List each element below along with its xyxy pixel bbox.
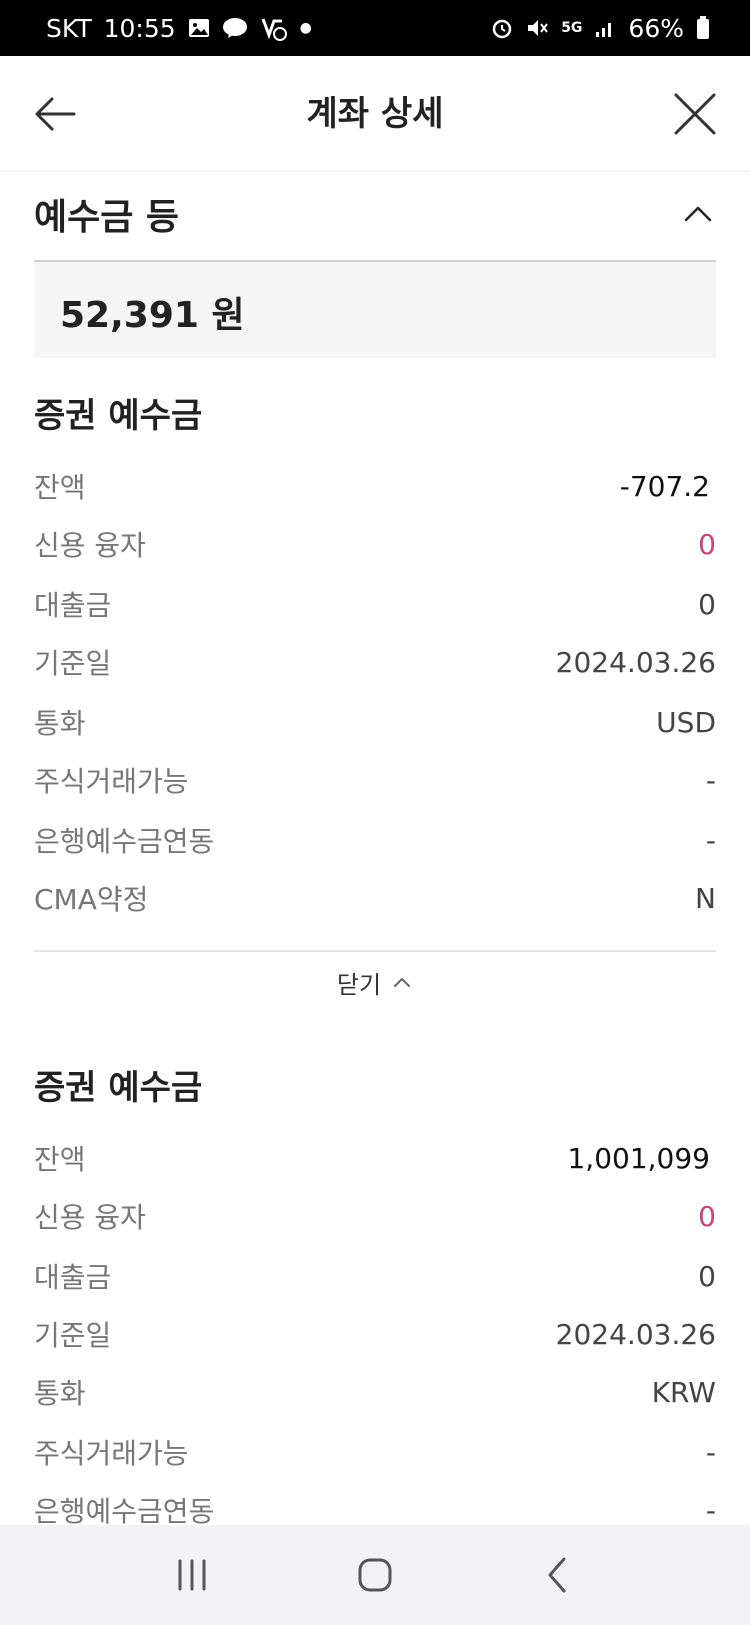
row-label: 은행예수금연동 xyxy=(34,1495,215,1528)
page-title: 계좌 상세 xyxy=(306,94,444,134)
detail-row-loan: 대출금 0 xyxy=(34,582,716,626)
detail-row-stock-trading: 주식거래가능 - xyxy=(34,1430,716,1474)
section-header-deposit[interactable]: 예수금 등 xyxy=(34,180,716,262)
detail-row-balance: 잔액 -707.2 xyxy=(34,464,716,508)
detail-row-currency: 통화 USD xyxy=(34,700,716,744)
row-value: USD xyxy=(656,705,716,739)
detail-row-cma: CMA약정 N xyxy=(34,876,716,920)
row-value: - xyxy=(705,1435,716,1469)
row-value: 2024.03.26 xyxy=(555,1317,716,1351)
close-icon xyxy=(674,93,716,135)
row-value: 0 xyxy=(698,1199,716,1233)
row-value: N xyxy=(695,881,716,915)
detail-row-credit-loan: 신용 융자 0 xyxy=(34,522,716,566)
chevron-up-icon[interactable] xyxy=(680,196,716,232)
total-amount-box: 52,391 원 xyxy=(34,262,716,358)
row-label: 대출금 xyxy=(34,589,112,622)
row-value: -707.2 xyxy=(619,469,710,503)
carrier-label: SKT xyxy=(46,13,92,43)
detail-row-stock-trading: 주식거래가능 - xyxy=(34,758,716,802)
row-value: KRW xyxy=(651,1375,716,1409)
divider xyxy=(34,950,716,952)
row-label: 통화 xyxy=(34,707,86,740)
app-header: 계좌 상세 xyxy=(0,56,750,172)
detail-row-base-date: 기준일 2024.03.26 xyxy=(34,640,716,684)
home-button[interactable] xyxy=(345,1545,405,1605)
row-value: - xyxy=(705,763,716,797)
system-back-button[interactable] xyxy=(528,1545,588,1605)
row-value: - xyxy=(705,823,716,857)
detail-row-credit-loan: 신용 융자 0 xyxy=(34,1194,716,1238)
detail-row-balance: 잔액 1,001,099 xyxy=(34,1136,716,1180)
chevron-up-small-icon xyxy=(394,978,411,987)
detail-row-bank-link: 은행예수금연동 - xyxy=(34,818,716,862)
row-label: 은행예수금연동 xyxy=(34,825,215,858)
row-label: 기준일 xyxy=(34,647,112,680)
detail-row-currency: 통화 KRW xyxy=(34,1370,716,1414)
recent-apps-button[interactable] xyxy=(162,1545,222,1605)
group-title-2: 증권 예수금 xyxy=(34,1068,203,1108)
row-label: 신용 융자 xyxy=(34,529,146,562)
battery-icon xyxy=(696,16,710,40)
section-title: 예수금 등 xyxy=(34,197,180,238)
signal-icon xyxy=(594,18,616,38)
row-value: 0 xyxy=(698,1259,716,1293)
group-title-1: 증권 예수금 xyxy=(34,396,203,436)
row-value: 0 xyxy=(698,587,716,621)
detail-row-loan: 대출금 0 xyxy=(34,1254,716,1298)
row-label: 주식거래가능 xyxy=(34,1437,189,1470)
total-amount: 52,391 원 xyxy=(60,295,245,336)
system-nav-bar xyxy=(0,1525,750,1625)
row-label: 기준일 xyxy=(34,1319,112,1352)
collapse-label: 닫기 xyxy=(336,970,382,999)
row-label: 잔액 xyxy=(34,1143,86,1176)
close-button[interactable] xyxy=(670,89,720,139)
home-icon xyxy=(358,1558,392,1592)
detail-row-base-date: 기준일 2024.03.26 xyxy=(34,1312,716,1356)
mute-icon xyxy=(525,17,549,39)
row-value: 1,001,099 xyxy=(567,1141,710,1175)
image-icon xyxy=(188,18,210,38)
row-label: 잔액 xyxy=(34,471,86,504)
more-dot-icon: ● xyxy=(299,20,312,36)
row-value: - xyxy=(705,1493,716,1527)
notification-icon xyxy=(260,15,288,41)
battery-percent: 66% xyxy=(628,13,684,43)
row-value: 2024.03.26 xyxy=(555,645,716,679)
clock: 10:55 xyxy=(103,13,176,43)
talk-icon xyxy=(222,17,248,39)
status-bar: SKT 10:55 ● 5G 66% xyxy=(0,0,750,56)
recent-apps-icon xyxy=(178,1559,206,1591)
row-label: 통화 xyxy=(34,1377,86,1410)
chevron-left-icon xyxy=(548,1557,566,1593)
collapse-button[interactable]: 닫기 xyxy=(0,962,750,1002)
row-label: 대출금 xyxy=(34,1261,112,1294)
row-value: 0 xyxy=(698,527,716,561)
row-label: 주식거래가능 xyxy=(34,765,189,798)
row-label: CMA약정 xyxy=(34,883,149,916)
row-label: 신용 융자 xyxy=(34,1201,146,1234)
network-5g-icon: 5G xyxy=(561,20,583,36)
alarm-icon xyxy=(491,17,513,39)
